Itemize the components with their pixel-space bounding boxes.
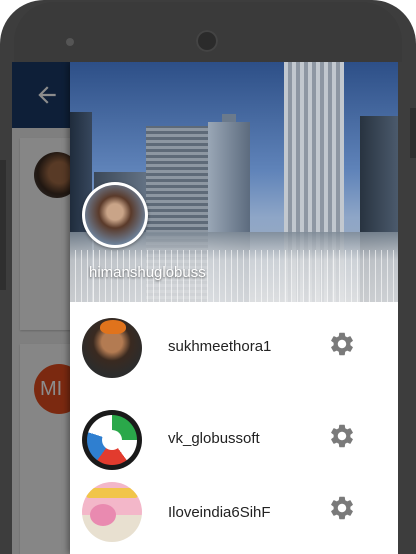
profile-username: himanshuglobuss: [89, 264, 206, 281]
front-camera: [196, 30, 218, 52]
profile-avatar[interactable]: [82, 182, 148, 248]
header-background-image: [222, 114, 236, 122]
proximity-sensor: [66, 38, 74, 46]
volume-button: [0, 160, 6, 290]
account-name: Iloveindia6SihF: [168, 504, 271, 521]
account-avatar: [82, 318, 142, 378]
account-avatar: [82, 410, 142, 470]
gear-icon[interactable]: [328, 494, 356, 522]
navigation-drawer: himanshuglobuss sukhmeethora1 vk_globuss…: [70, 62, 398, 554]
account-avatar-image: [102, 430, 122, 450]
screen: MI himanshuglobuss sukhmeethora1 vk_glob…: [12, 62, 398, 554]
gear-icon[interactable]: [328, 330, 356, 358]
account-item[interactable]: sukhmeethora1: [70, 302, 398, 394]
account-avatar-image: [90, 504, 116, 526]
power-button: [410, 108, 416, 158]
profile-avatar-image: [85, 185, 145, 245]
account-name: sukhmeethora1: [168, 338, 272, 355]
account-item[interactable]: Iloveindia6SihF: [70, 462, 398, 554]
account-avatar-image: [100, 320, 126, 334]
account-avatar-image: [86, 488, 138, 498]
account-name: vk_globussoft: [168, 430, 260, 447]
gear-icon[interactable]: [328, 422, 356, 450]
account-avatar: [82, 482, 142, 542]
drawer-header: himanshuglobuss: [70, 62, 398, 302]
